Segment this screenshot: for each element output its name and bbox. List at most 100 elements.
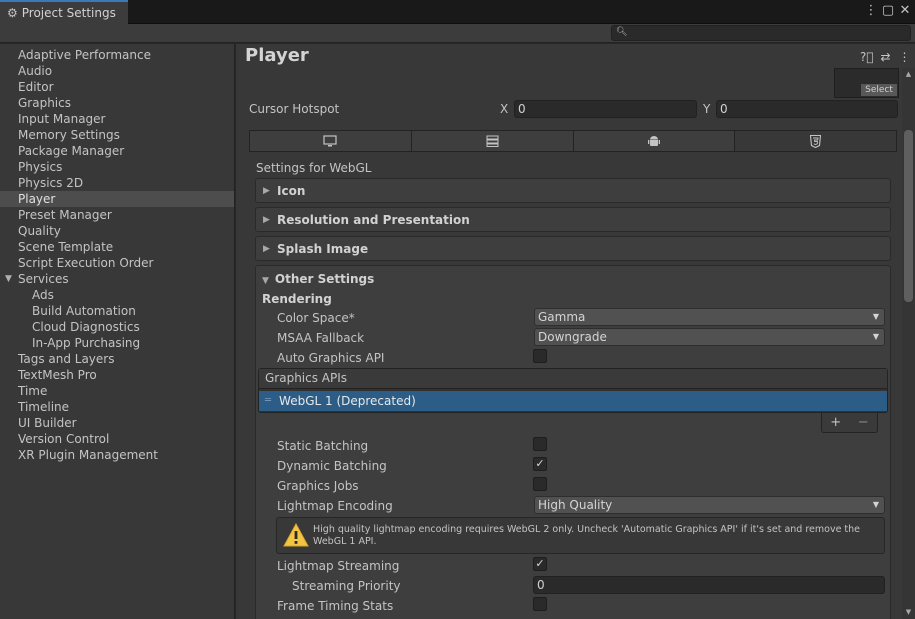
scroll-thumb[interactable] — [904, 130, 913, 302]
help-icon[interactable]: ?⃝ — [860, 50, 874, 64]
section-title: Splash Image — [277, 241, 369, 256]
sidebar-item-ads[interactable]: Ads — [0, 287, 234, 303]
warning-box: High quality lightmap encoding requires … — [276, 517, 885, 554]
warning-text: High quality lightmap encoding requires … — [313, 524, 861, 547]
graphics-jobs-checkbox[interactable] — [533, 477, 547, 491]
color-space-label: Color Space* — [277, 311, 355, 325]
hotspot-y-field[interactable]: 0 — [716, 100, 898, 118]
sidebar-item-package-manager[interactable]: Package Manager — [0, 143, 234, 159]
sidebar-item-services[interactable]: ▼ Services — [0, 271, 234, 287]
sidebar-item-label: UI Builder — [18, 416, 77, 430]
sidebar-item-label: Physics 2D — [18, 176, 84, 190]
lightmap-streaming-checkbox[interactable]: ✓ — [533, 557, 547, 571]
sidebar-item-time[interactable]: Time — [0, 383, 234, 399]
section-resolution[interactable]: ▶ Resolution and Presentation — [255, 207, 891, 232]
sidebar-item-label: Services — [18, 272, 69, 286]
sidebar-item-label: XR Plugin Management — [18, 448, 158, 462]
cursor-texture-thumbnail[interactable]: Select — [834, 68, 899, 98]
sidebar-item-editor[interactable]: Editor — [0, 79, 234, 95]
section-title: Resolution and Presentation — [277, 212, 470, 227]
sidebar-item-in-app-purchasing[interactable]: In-App Purchasing — [0, 335, 234, 351]
sidebar-item-ui-builder[interactable]: UI Builder — [0, 415, 234, 431]
section-splash[interactable]: ▶ Splash Image — [255, 236, 891, 261]
sidebar-item-physics-2d[interactable]: Physics 2D — [0, 175, 234, 191]
presets-icon[interactable]: ⇄ — [879, 50, 892, 64]
sidebar-item-timeline[interactable]: Timeline — [0, 399, 234, 415]
collapse-arrow-icon: ▶ — [263, 214, 270, 225]
dynamic-batching-checkbox[interactable]: ✓ — [533, 457, 547, 471]
sidebar-list: Adaptive Performance Audio Editor Graphics I… — [0, 44, 234, 463]
sidebar-item-audio[interactable]: Audio — [0, 63, 234, 79]
sidebar-item-label: Timeline — [18, 400, 70, 414]
graphics-api-item[interactable]: ═ WebGL 1 (Deprecated) — [259, 391, 887, 411]
sidebar-item-script-execution-order[interactable]: Script Execution Order — [0, 255, 234, 271]
auto-graphics-api-checkbox[interactable] — [533, 349, 547, 363]
toolbar: 🔍︎ — [0, 24, 915, 43]
scroll-down-icon[interactable]: ▼ — [904, 608, 913, 616]
select-button[interactable]: Select — [861, 84, 897, 96]
chevron-down-icon: ▼ — [872, 332, 879, 341]
lightmap-encoding-dropdown[interactable]: High Quality ▼ — [534, 496, 885, 514]
list-footer: + − — [821, 413, 878, 433]
cursor-hotspot-label: Cursor Hotspot — [249, 102, 340, 116]
frame-timing-stats-checkbox[interactable] — [533, 597, 547, 611]
msaa-fallback-label: MSAA Fallback — [277, 331, 365, 345]
sidebar-item-graphics[interactable]: Graphics — [0, 95, 234, 111]
sidebar-item-physics[interactable]: Physics — [0, 159, 234, 175]
static-batching-label: Static Batching — [277, 439, 369, 453]
sidebar-item-scene-template[interactable]: Scene Template — [0, 239, 234, 255]
sidebar-item-xr-plugin-management[interactable]: XR Plugin Management — [0, 447, 234, 463]
tab-server[interactable] — [411, 131, 574, 151]
sidebar: Adaptive Performance Audio Editor Graphics I… — [0, 44, 235, 619]
remove-button[interactable]: − — [858, 415, 869, 430]
server-icon — [486, 135, 499, 147]
streaming-priority-field[interactable]: 0 — [533, 576, 885, 594]
sidebar-item-label: Ads — [32, 288, 54, 302]
tab-android[interactable] — [573, 131, 736, 151]
sidebar-item-tags-and-layers[interactable]: Tags and Layers — [0, 351, 234, 367]
sidebar-item-quality[interactable]: Quality — [0, 223, 234, 239]
add-button[interactable]: + — [830, 415, 841, 430]
drag-handle-icon[interactable]: ═ — [265, 391, 271, 411]
maximize-icon[interactable]: ▢ — [880, 3, 896, 18]
sidebar-item-memory-settings[interactable]: Memory Settings — [0, 127, 234, 143]
msaa-fallback-dropdown[interactable]: Downgrade ▼ — [534, 328, 885, 346]
search-input[interactable]: 🔍︎ — [611, 25, 911, 41]
hotspot-x-field[interactable]: 0 — [514, 100, 697, 118]
sidebar-item-adaptive-performance[interactable]: Adaptive Performance — [0, 47, 234, 63]
more-options-icon[interactable]: ⋮ — [863, 3, 879, 18]
sidebar-item-build-automation[interactable]: Build Automation — [0, 303, 234, 319]
sidebar-item-preset-manager[interactable]: Preset Manager — [0, 207, 234, 223]
frame-timing-stats-label: Frame Timing Stats — [277, 599, 394, 613]
window-tab[interactable]: ⚙ Project Settings — [0, 0, 128, 24]
sidebar-item-input-manager[interactable]: Input Manager — [0, 111, 234, 127]
title-bar: ⚙ Project Settings ⋮ ▢ ✕ — [0, 0, 915, 24]
tab-webgl[interactable] — [735, 131, 896, 151]
lightmap-encoding-label: Lightmap Encoding — [277, 499, 393, 513]
dropdown-value: Gamma — [538, 310, 586, 324]
scroll-up-icon[interactable]: ▲ — [904, 70, 913, 78]
section-other-header[interactable]: ▼ Other Settings — [262, 272, 374, 286]
dynamic-batching-label: Dynamic Batching — [277, 459, 387, 473]
section-icon[interactable]: ▶ Icon — [255, 178, 891, 203]
color-space-dropdown[interactable]: Gamma ▼ — [534, 308, 885, 326]
collapse-arrow-icon: ▶ — [263, 185, 270, 196]
sidebar-item-player[interactable]: Player — [0, 191, 234, 207]
sidebar-item-cloud-diagnostics[interactable]: Cloud Diagnostics — [0, 319, 234, 335]
hotspot-x-label: X — [500, 102, 509, 116]
window-tab-title: Project Settings — [21, 6, 116, 20]
sidebar-item-label: Graphics — [18, 96, 71, 110]
auto-graphics-api-label: Auto Graphics API — [277, 351, 385, 365]
close-icon[interactable]: ✕ — [897, 3, 913, 18]
sidebar-item-label: Audio — [18, 64, 53, 78]
sidebar-item-version-control[interactable]: Version Control — [0, 431, 234, 447]
more-options-icon[interactable]: ⋮ — [898, 50, 911, 64]
static-batching-checkbox[interactable] — [533, 437, 547, 451]
scrollbar[interactable]: ▲ ▼ — [902, 68, 915, 619]
expand-arrow-icon[interactable]: ▼ — [5, 271, 12, 287]
android-icon — [647, 135, 660, 146]
sidebar-item-textmesh-pro[interactable]: TextMesh Pro — [0, 367, 234, 383]
hotspot-y-label: Y — [703, 102, 711, 116]
graphics-jobs-label: Graphics Jobs — [277, 479, 359, 493]
tab-standalone[interactable] — [250, 131, 412, 151]
